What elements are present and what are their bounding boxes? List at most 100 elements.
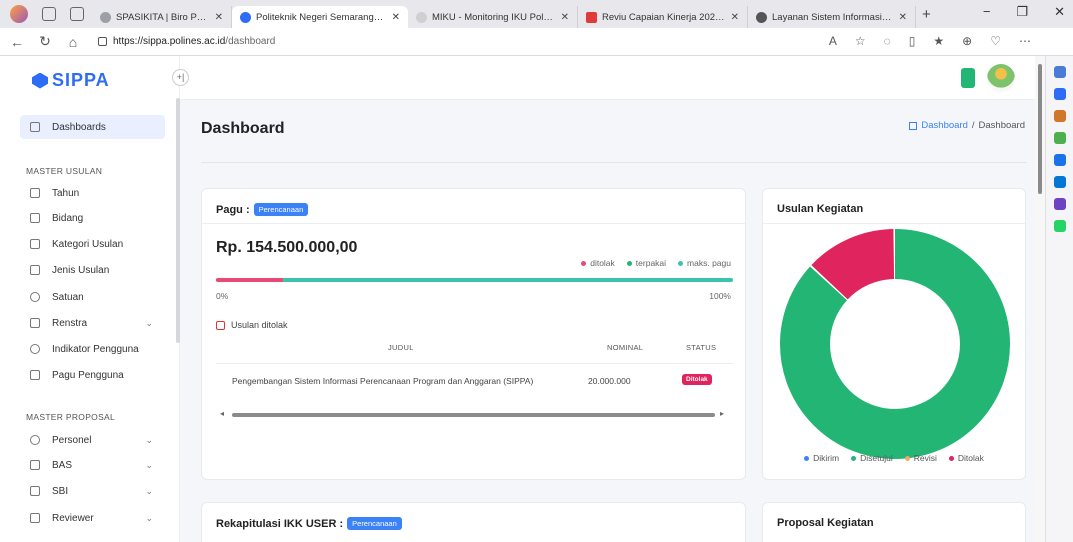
- url-field[interactable]: https://sippa.polines.ac.id/dashboard: [98, 36, 275, 47]
- chevron-down-icon: ⌄: [145, 434, 153, 445]
- sidebar-item-label: Pagu Pengguna: [52, 369, 124, 381]
- browser-tab[interactable]: SPASIKITA | Biro Perencanaan ✕: [92, 6, 232, 28]
- whatsapp-icon[interactable]: [1053, 220, 1066, 232]
- scroll-right-icon[interactable]: ▸: [720, 409, 724, 418]
- divider: [201, 162, 1027, 163]
- scroll-left-icon[interactable]: ◂: [220, 409, 224, 418]
- sidebar-item-tahun[interactable]: Tahun: [20, 181, 165, 205]
- legend-item[interactable]: maks. pagu: [678, 258, 731, 268]
- legend-item[interactable]: ditolak: [581, 258, 615, 268]
- document-icon: [216, 320, 225, 330]
- legend-item[interactable]: terpakai: [626, 258, 666, 268]
- sidebar-item-bas[interactable]: BAS ⌄: [20, 453, 165, 477]
- legend-item[interactable]: Revisi: [904, 453, 937, 463]
- sidebar-item-label: Reviewer: [52, 512, 94, 524]
- legend-label: Ditolak: [957, 453, 984, 463]
- sidebar-item-label: Kategori Usulan: [52, 238, 124, 250]
- browser-profile-icon[interactable]: [10, 5, 28, 23]
- favorites-icon[interactable]: ★: [933, 34, 944, 48]
- more-menu-icon[interactable]: ⋯: [1019, 34, 1031, 48]
- avatar[interactable]: [987, 64, 1015, 92]
- user-icon: [30, 435, 40, 445]
- legend-item[interactable]: Disetujui: [851, 453, 893, 463]
- split-screen-icon[interactable]: ▯: [909, 34, 916, 48]
- sidebar-item-personel[interactable]: Personel ⌄: [20, 428, 165, 452]
- games-icon[interactable]: [1053, 154, 1066, 166]
- tab-favicon-icon: [240, 11, 251, 23]
- tools-icon[interactable]: [1053, 132, 1066, 144]
- legend-label: Revisi: [913, 453, 937, 463]
- outlook-icon[interactable]: [1053, 176, 1066, 188]
- sidebar-scrollbar[interactable]: [176, 98, 180, 343]
- tab-actions-icon[interactable]: [70, 7, 84, 21]
- logo-text: SIPPA: [52, 70, 110, 90]
- progress-max-label: 100%: [709, 291, 731, 301]
- folder-icon: [30, 213, 40, 223]
- search-icon[interactable]: [1053, 66, 1066, 78]
- pagu-legend: ditolak terpakai maks. pagu: [581, 258, 731, 268]
- close-tab-icon[interactable]: ✕: [899, 12, 907, 23]
- collections-icon[interactable]: ⊕: [962, 34, 972, 48]
- back-icon[interactable]: ←: [6, 34, 28, 50]
- sidebar-section-title: MASTER PROPOSAL: [26, 412, 116, 422]
- scrollbar-thumb[interactable]: [1038, 64, 1042, 194]
- legend-item[interactable]: Dikirim: [804, 453, 839, 463]
- sidebar-item-kategori-usulan[interactable]: Kategori Usulan: [20, 232, 165, 256]
- sidebar-item-reviewer[interactable]: Reviewer ⌄: [20, 506, 165, 530]
- workspaces-icon[interactable]: [42, 7, 56, 21]
- card-header: Proposal Kegiatan: [777, 517, 874, 529]
- sidebar-section-title: MASTER USULAN: [26, 166, 103, 176]
- app-logo[interactable]: SIPPA: [32, 70, 110, 91]
- close-tab-icon[interactable]: ✕: [561, 12, 569, 23]
- tab-favicon-icon: [100, 11, 111, 23]
- drop-icon[interactable]: [1053, 198, 1066, 210]
- sidebar-collapse-button[interactable]: +|: [172, 69, 189, 86]
- refresh-icon[interactable]: ↻: [34, 33, 56, 50]
- breadcrumb: Dashboard / Dashboard: [909, 120, 1025, 131]
- sidebar-item-sbi[interactable]: SBI ⌄: [20, 479, 165, 503]
- breadcrumb-link[interactable]: Dashboard: [921, 120, 967, 131]
- sidebar-item-satuan[interactable]: Satuan: [20, 285, 165, 309]
- browser-tab-active[interactable]: Politeknik Negeri Semarang - Da ✕: [232, 6, 408, 28]
- card-title: Proposal Kegiatan: [777, 517, 874, 529]
- browser-tab[interactable]: MIKU - Monitoring IKU Polines ✕: [408, 6, 578, 28]
- close-window-icon[interactable]: ✕: [1054, 4, 1065, 20]
- legend-item[interactable]: Ditolak: [948, 453, 984, 463]
- extension-icon[interactable]: ◌: [884, 34, 891, 48]
- close-tab-icon[interactable]: ✕: [392, 12, 400, 23]
- sidebar-item-jenis-usulan[interactable]: Jenis Usulan: [20, 258, 165, 282]
- page-title: Dashboard: [201, 120, 285, 137]
- sidebar-item-pagu-pengguna[interactable]: Pagu Pengguna: [20, 363, 165, 387]
- home-icon[interactable]: ⌂: [62, 34, 84, 50]
- sidebar-item-renstra[interactable]: Renstra ⌄: [20, 311, 165, 335]
- scrollbar-thumb[interactable]: [232, 413, 715, 417]
- usulan-kegiatan-card: Usulan Kegiatan Dikirim Disetujui Revisi…: [762, 188, 1026, 480]
- browser-tab[interactable]: Reviu Capaian Kinerja 2023 - Re ✕: [578, 6, 748, 28]
- sidebar-item-bidang[interactable]: Bidang: [20, 206, 165, 230]
- legend-label: Disetujui: [860, 453, 893, 463]
- new-tab-button[interactable]: +: [922, 6, 931, 23]
- sidebar-item-dashboards[interactable]: Dashboards: [20, 115, 165, 139]
- favorite-star-icon[interactable]: ☆: [855, 34, 866, 48]
- close-tab-icon[interactable]: ✕: [215, 12, 223, 23]
- copilot-icon[interactable]: [1053, 88, 1066, 100]
- pagu-amount: Rp. 154.500.000,00: [216, 239, 358, 256]
- year-badge-icon[interactable]: [961, 68, 975, 88]
- performance-icon[interactable]: ♡: [990, 34, 1001, 48]
- close-tab-icon[interactable]: ✕: [731, 12, 739, 23]
- table-horizontal-scrollbar[interactable]: ◂ ▸: [216, 409, 733, 419]
- shopping-icon[interactable]: [1053, 110, 1066, 122]
- restore-icon[interactable]: ❐: [1016, 4, 1028, 20]
- divider: [216, 363, 733, 364]
- rekapitulasi-card: Rekapitulasi IKK USER : Perencanaan: [201, 502, 746, 542]
- minimize-icon[interactable]: −: [983, 4, 991, 20]
- read-aloud-icon[interactable]: A: [829, 34, 837, 48]
- page-scrollbar[interactable]: [1035, 56, 1045, 542]
- rejected-section-title: Usulan ditolak: [216, 320, 288, 330]
- home-icon: [909, 121, 918, 130]
- browser-tab-bar: SPASIKITA | Biro Perencanaan ✕ Politekni…: [0, 0, 1073, 28]
- browser-tab[interactable]: Layanan Sistem Informasi - POLI ✕: [748, 6, 916, 28]
- sidebar-item-indikator-pengguna[interactable]: Indikator Pengguna: [20, 337, 165, 361]
- table-cell-judul: Pengembangan Sistem Informasi Perencanaa…: [232, 376, 534, 386]
- legend-dot-icon: [904, 456, 910, 462]
